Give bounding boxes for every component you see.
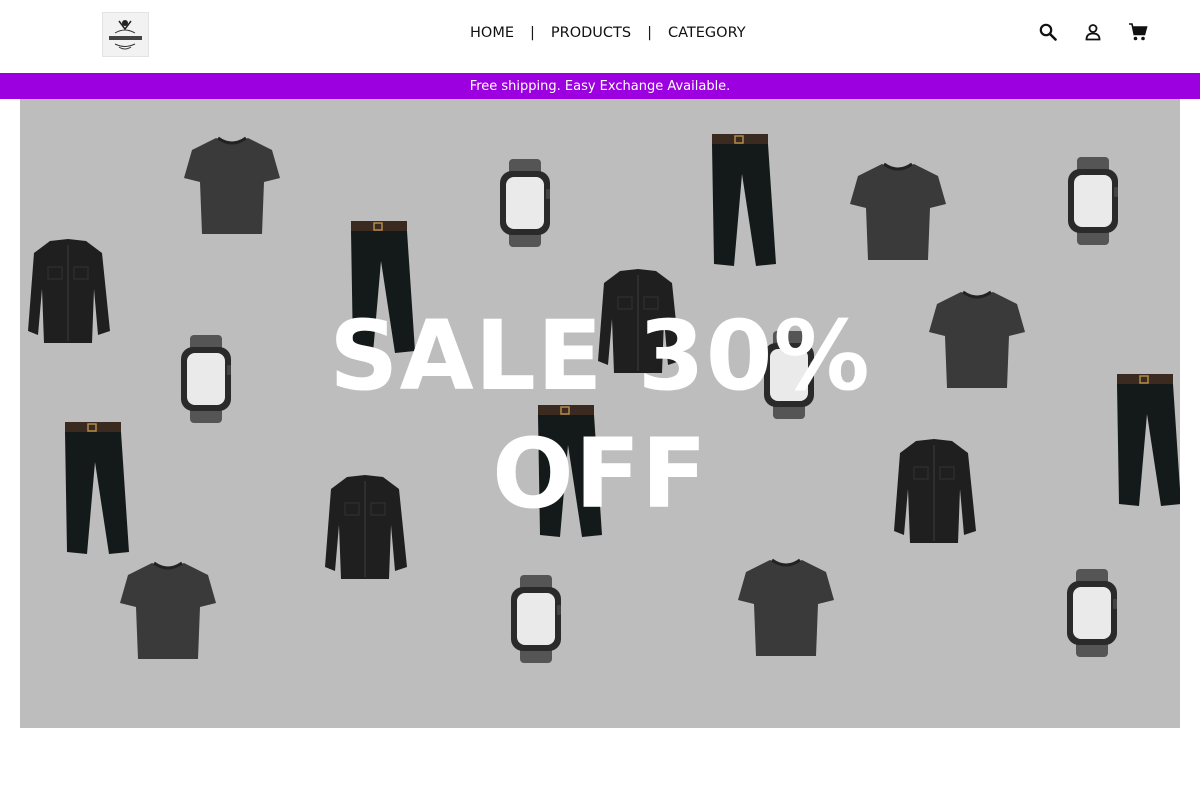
site-header: HOME | PRODUCTS | CATEGORY <box>0 0 1200 73</box>
promo-bar: Free shipping. Easy Exchange Available. <box>0 73 1200 99</box>
nav-category[interactable]: CATEGORY <box>668 25 746 41</box>
tshirt-image <box>848 162 948 262</box>
watch-image <box>500 159 550 247</box>
promo-text: Free shipping. Easy Exchange Available. <box>469 78 731 94</box>
nav-separator: | <box>647 25 652 41</box>
tshirt-image <box>118 561 218 661</box>
nav-products[interactable]: PRODUCTS <box>551 25 631 41</box>
watch-image <box>511 575 561 663</box>
logo[interactable] <box>102 12 149 57</box>
tshirt-image <box>736 558 836 658</box>
sale-line-1: SALE 30% <box>329 300 871 412</box>
sale-line-2: OFF <box>492 418 708 530</box>
hero-banner[interactable]: SALE 30% OFF <box>20 99 1180 728</box>
tshirt-image <box>182 136 282 236</box>
header-icons <box>1036 20 1150 44</box>
cart-icon[interactable] <box>1126 20 1150 44</box>
watch-image <box>1067 569 1117 657</box>
sale-headline: SALE 30% OFF <box>20 297 1180 533</box>
jeans-image <box>711 133 777 267</box>
main-nav: HOME | PRODUCTS | CATEGORY <box>470 22 746 44</box>
nav-home[interactable]: HOME <box>470 25 514 41</box>
search-icon[interactable] <box>1036 20 1060 44</box>
watch-image <box>1068 157 1118 245</box>
user-icon[interactable] <box>1081 20 1105 44</box>
nav-separator: | <box>530 25 535 41</box>
